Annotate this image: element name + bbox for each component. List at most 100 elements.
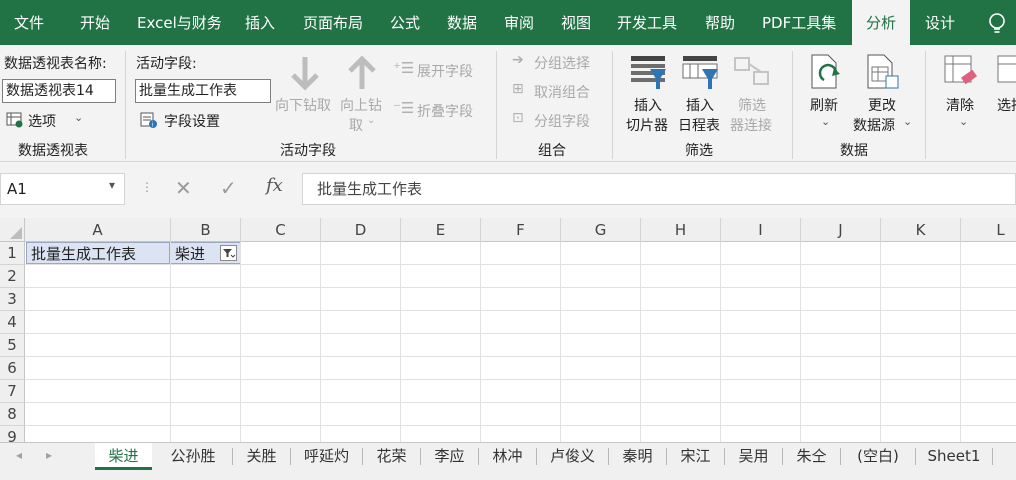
clear-icon (944, 55, 978, 85)
scroll-right-icon[interactable]: ▸ (46, 448, 52, 462)
filter-connections-label-2: 器连接 (730, 118, 772, 134)
grid-line (25, 287, 1016, 288)
row-header-6[interactable]: 6 (0, 357, 25, 380)
sheet-tab-guansheng[interactable]: 关胜 (233, 443, 290, 470)
tab-excel-finance[interactable]: Excel与财务 (137, 0, 222, 45)
arrow-down-icon (291, 57, 319, 91)
sheet-tab-songjiang[interactable]: 宋江 (667, 443, 724, 470)
drill-down-button[interactable]: 向下钻取 (275, 51, 337, 133)
refresh-button[interactable]: 刷新 ⌄ (804, 51, 848, 137)
column-header-h[interactable]: H (641, 218, 721, 242)
group-separator (125, 51, 126, 159)
grid-line (25, 402, 1016, 403)
scroll-left-icon[interactable]: ◂ (16, 448, 22, 462)
sheet-tab-zhutong[interactable]: 朱仝 (783, 443, 840, 470)
cell-a1[interactable]: 批量生成工作表 (26, 242, 170, 264)
change-data-source-label: 更改 (868, 98, 896, 114)
tab-pdf-tools[interactable]: PDF工具集 (762, 0, 836, 45)
insert-timeline-label: 插入 (686, 98, 714, 114)
formula-input[interactable]: 批量生成工作表 (302, 173, 1016, 205)
refresh-label: 刷新 (810, 98, 838, 114)
cancel-icon[interactable]: ✕ (175, 176, 192, 200)
drill-up-button[interactable]: 向上钻 取 ⌄ (338, 51, 388, 134)
sheet-tab-huarong[interactable]: 花荣 (363, 443, 420, 470)
grid-line (240, 242, 241, 442)
sheet-tab-chaijin[interactable]: 柴进 (95, 443, 152, 470)
confirm-icon[interactable]: ✓ (220, 176, 237, 200)
sheet-tab-linchong[interactable]: 林冲 (479, 443, 536, 470)
field-settings-icon: i (140, 112, 157, 129)
sheet-tab-qinming[interactable]: 秦明 (609, 443, 666, 470)
grid-line (720, 242, 721, 442)
tab-design[interactable]: 设计 (925, 0, 955, 45)
tab-developer[interactable]: 开发工具 (617, 0, 677, 45)
vertical-dots-icon[interactable]: ⋮ (141, 180, 153, 194)
select-button[interactable]: 选择 (992, 51, 1016, 137)
grid-line (25, 333, 1016, 334)
row-header-7[interactable]: 7 (0, 380, 25, 403)
clear-button[interactable]: 清除 ⌄ (938, 51, 986, 137)
sheet-tab-blank[interactable]: (空白) (841, 443, 915, 470)
row-header-2[interactable]: 2 (0, 265, 25, 288)
column-header-b[interactable]: B (171, 218, 241, 242)
select-label: 选择 (997, 98, 1016, 114)
column-header-i[interactable]: I (721, 218, 801, 242)
group-field-label: 分组字段 (534, 114, 590, 130)
ungroup-label: 取消组合 (534, 85, 590, 101)
sheet-tab-bar: ◂ ▸ 柴进 公孙胜 关胜 呼延灼 花荣 李应 林冲 卢俊义 秦明 宋江 吴用 … (0, 442, 1016, 480)
insert-timeline-button[interactable]: 插入 日程表 (676, 51, 726, 137)
select-all-corner[interactable] (0, 218, 25, 242)
insert-slicer-label-2: 切片器 (626, 118, 668, 134)
sheet-tab-huyanzhuo[interactable]: 呼延灼 (291, 443, 362, 470)
change-data-source-button[interactable]: 更改 数据源 ⌄ (850, 51, 914, 137)
sheet-tab-gongsunsheng[interactable]: 公孙胜 (154, 443, 232, 470)
row-header-8[interactable]: 8 (0, 403, 25, 426)
row-header-4[interactable]: 4 (0, 311, 25, 334)
sheet-tab-sheet1[interactable]: Sheet1 (916, 443, 992, 470)
column-header-l[interactable]: L (961, 218, 1016, 242)
dropdown-arrow-icon[interactable]: ▾ (109, 178, 115, 192)
tab-help[interactable]: 帮助 (705, 0, 735, 45)
tab-home[interactable]: 开始 (80, 0, 110, 45)
row-header-5[interactable]: 5 (0, 334, 25, 357)
row-header-1[interactable]: 1 (0, 242, 25, 265)
tab-review[interactable]: 审阅 (504, 0, 534, 45)
grid-line (640, 242, 641, 442)
sheet-tab-liying[interactable]: 李应 (421, 443, 478, 470)
column-header-d[interactable]: D (321, 218, 401, 242)
group-label-pivot: 数据透视表 (18, 143, 88, 159)
pivot-name-input[interactable]: 数据透视表14 (2, 79, 116, 103)
insert-slicer-button[interactable]: 插入 切片器 (624, 51, 674, 137)
filter-connections-icon (734, 57, 769, 85)
active-field-input[interactable]: 批量生成工作表 (135, 79, 271, 103)
expand-field-label: 展开字段 (417, 64, 473, 80)
tab-file[interactable]: 文件 (14, 0, 44, 45)
row-header-3[interactable]: 3 (0, 288, 25, 311)
column-header-k[interactable]: K (881, 218, 961, 242)
lightbulb-icon[interactable] (986, 12, 1008, 36)
change-data-source-label-2: 数据源 (853, 118, 895, 134)
column-header-a[interactable]: A (25, 218, 171, 242)
formula-content: 批量生成工作表 (317, 180, 423, 198)
column-header-c[interactable]: C (241, 218, 321, 242)
sheet-tab-lujunyi[interactable]: 卢俊义 (537, 443, 608, 470)
tab-page-layout[interactable]: 页面布局 (303, 0, 363, 45)
insert-function-icon[interactable]: fx (266, 175, 283, 196)
column-header-g[interactable]: G (561, 218, 641, 242)
sheet-tab-wuyong[interactable]: 吴用 (725, 443, 782, 470)
worksheet-grid[interactable]: A B C D E F G H I J K L 1 2 3 4 5 6 7 8 … (0, 218, 1016, 442)
tab-formulas[interactable]: 公式 (390, 0, 420, 45)
column-header-f[interactable]: F (481, 218, 561, 242)
column-header-e[interactable]: E (401, 218, 481, 242)
column-header-j[interactable]: J (801, 218, 881, 242)
grid-line (25, 356, 1016, 357)
tab-insert[interactable]: 插入 (245, 0, 275, 45)
row-header-9[interactable]: 9 (0, 426, 25, 442)
name-box[interactable]: A1 ▾ (0, 173, 125, 205)
tab-analyze[interactable]: 分析 (852, 0, 910, 45)
filter-dropdown-button[interactable] (220, 245, 237, 261)
tab-data[interactable]: 数据 (447, 0, 477, 45)
collapse-field-label: 折叠字段 (417, 104, 473, 120)
tab-view[interactable]: 视图 (561, 0, 591, 45)
filter-connections-button[interactable]: 筛选 器连接 (728, 51, 778, 137)
